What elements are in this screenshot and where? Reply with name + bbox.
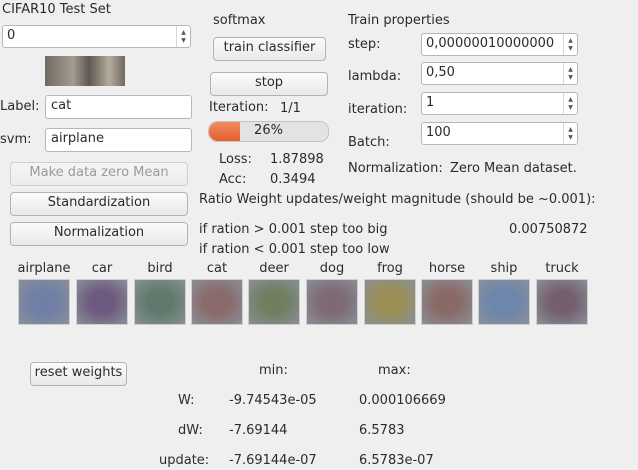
progress-text: 26% <box>254 123 283 138</box>
iteration-prop-value: 1 <box>426 95 435 110</box>
lambda-spinbox[interactable]: 0,50 ▲ ▼ <box>421 62 578 85</box>
max-header: max: <box>378 363 411 378</box>
batch-caption: Batch: <box>348 135 390 150</box>
step-caption: step: <box>348 37 381 52</box>
rule-big-condition: if ration > 0.001 <box>199 222 306 237</box>
rule-big-text: step too big <box>310 222 388 237</box>
label-field[interactable]: cat <box>45 95 192 119</box>
class-weight-image <box>364 279 416 325</box>
test-set-title: CIFAR10 Test Set <box>2 2 111 17</box>
class-weight-image <box>191 279 243 325</box>
batch-value: 100 <box>426 125 451 140</box>
batch-spinbox[interactable]: 100 ▲ ▼ <box>421 122 578 145</box>
ratio-value: 0.00750872 <box>509 222 588 237</box>
iteration-spinbox[interactable]: 1 ▲ ▼ <box>421 92 578 115</box>
class-weight-image <box>306 279 358 325</box>
sample-image <box>45 56 125 86</box>
stop-button[interactable]: stop <box>210 72 328 96</box>
class-label: frog <box>377 261 403 276</box>
class-label: bird <box>147 261 173 276</box>
stat-max-w: 0.000106669 <box>359 393 446 408</box>
step-value: 0,00000010000000 <box>426 36 555 51</box>
standardization-button[interactable]: Standardization <box>10 192 188 216</box>
class-label: truck <box>545 261 579 276</box>
class-label: car <box>91 261 113 276</box>
class-label: cat <box>206 261 228 276</box>
class-weight-image <box>134 279 186 325</box>
min-header: min: <box>259 363 288 378</box>
stat-label-update: update: <box>159 453 210 468</box>
make-zero-mean-button[interactable]: Make data zero Mean <box>10 162 188 186</box>
class-label: dog <box>319 261 345 276</box>
lambda-value: 0,50 <box>426 65 455 80</box>
ratio-heading: Ratio Weight updates/weight magnitude (s… <box>199 192 596 207</box>
spin-arrows-icon[interactable]: ▲ ▼ <box>563 63 577 84</box>
train-properties-title: Train properties <box>348 13 450 28</box>
stat-label-dw: dW: <box>178 423 203 438</box>
normalization-value: Zero Mean dataset. <box>450 161 577 176</box>
loss-caption: Loss: <box>219 152 252 167</box>
class-weight-image <box>536 279 588 325</box>
class-label: deer <box>259 261 289 276</box>
test-index-value: 0 <box>7 28 16 43</box>
stat-max-update: 6.5783e-07 <box>359 453 434 468</box>
class-weight-image <box>76 279 128 325</box>
svm-field[interactable]: airplane <box>45 128 192 152</box>
stat-min-w: -9.74543e-05 <box>229 393 317 408</box>
normalization-caption: Normalization: <box>348 161 443 176</box>
iteration-caption: Iteration: <box>209 100 269 115</box>
training-progress-bar: 26% <box>208 121 329 142</box>
class-weight-image <box>478 279 530 325</box>
acc-caption: Acc: <box>219 172 247 187</box>
stat-label-w: W: <box>178 393 195 408</box>
iteration-value: 1/1 <box>280 101 301 116</box>
spin-arrows-icon[interactable]: ▲ ▼ <box>563 93 577 114</box>
lambda-caption: lambda: <box>348 69 402 84</box>
test-index-spinbox[interactable]: 0 ▲ ▼ <box>2 25 191 48</box>
reset-weights-button[interactable]: reset weights <box>30 362 127 386</box>
svm-caption: svm: <box>0 132 32 147</box>
normalization-button[interactable]: Normalization <box>10 222 188 246</box>
class-weight-image <box>248 279 300 325</box>
method-label: softmax <box>213 13 266 28</box>
stat-max-dw: 6.5783 <box>359 423 405 438</box>
spin-arrows-icon[interactable]: ▲ ▼ <box>563 34 577 55</box>
class-weight-image <box>421 279 473 325</box>
label-caption: Label: <box>0 99 40 114</box>
stat-min-dw: -7.69144 <box>229 423 288 438</box>
class-label: ship <box>490 261 518 276</box>
spin-arrows-icon[interactable]: ▲ ▼ <box>563 123 577 144</box>
train-classifier-button[interactable]: train classifier <box>213 37 326 61</box>
step-spinbox[interactable]: 0,00000010000000 ▲ ▼ <box>421 33 578 56</box>
stat-min-update: -7.69144e-07 <box>229 453 317 468</box>
class-weight-image <box>18 279 70 325</box>
class-label: airplane <box>17 261 71 276</box>
spin-arrows-icon[interactable]: ▲ ▼ <box>176 26 190 47</box>
rule-low-condition: if ration < 0.001 <box>199 242 306 257</box>
rule-low-text: step too low <box>310 242 390 257</box>
iteration-prop-caption: iteration: <box>348 102 408 117</box>
loss-value: 1.87898 <box>270 152 324 167</box>
class-label: horse <box>428 261 466 276</box>
acc-value: 0.3494 <box>270 172 316 187</box>
